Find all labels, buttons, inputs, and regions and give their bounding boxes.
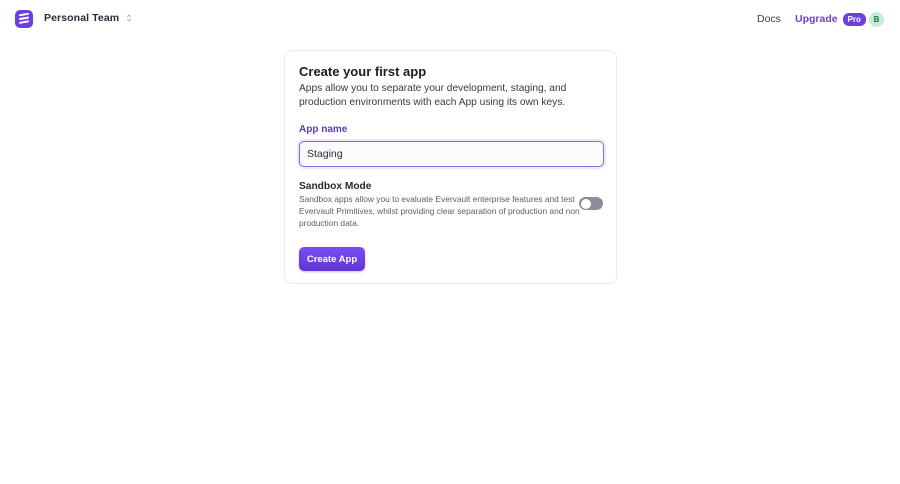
create-app-card: Create your first app Apps allow you to … [284, 50, 617, 284]
card-description: Apps allow you to separate your developm… [299, 83, 567, 108]
evervault-logo-icon[interactable] [15, 10, 33, 28]
card-title: Create your first app [299, 64, 427, 79]
pro-badge: Pro [842, 12, 866, 26]
docs-link[interactable]: Docs [757, 13, 781, 25]
upgrade-button[interactable]: Upgrade Pro [788, 10, 868, 28]
upgrade-label: Upgrade [795, 13, 838, 25]
team-switcher[interactable]: Personal Team [44, 12, 132, 24]
sandbox-mode-description: Sandbox apps allow you to evaluate Everv… [299, 194, 580, 228]
app-name-input[interactable] [299, 141, 604, 167]
sandbox-mode-toggle[interactable] [579, 197, 603, 210]
chevron-updown-icon [127, 14, 132, 22]
user-avatar[interactable]: B [869, 12, 884, 27]
toggle-knob [580, 198, 591, 209]
app-name-label: App name [299, 124, 348, 135]
sandbox-mode-title: Sandbox Mode [299, 181, 372, 192]
create-app-button[interactable]: Create App [299, 247, 365, 271]
team-name: Personal Team [44, 12, 120, 24]
top-bar: Personal Team Docs Upgrade Pro B [0, 0, 900, 38]
